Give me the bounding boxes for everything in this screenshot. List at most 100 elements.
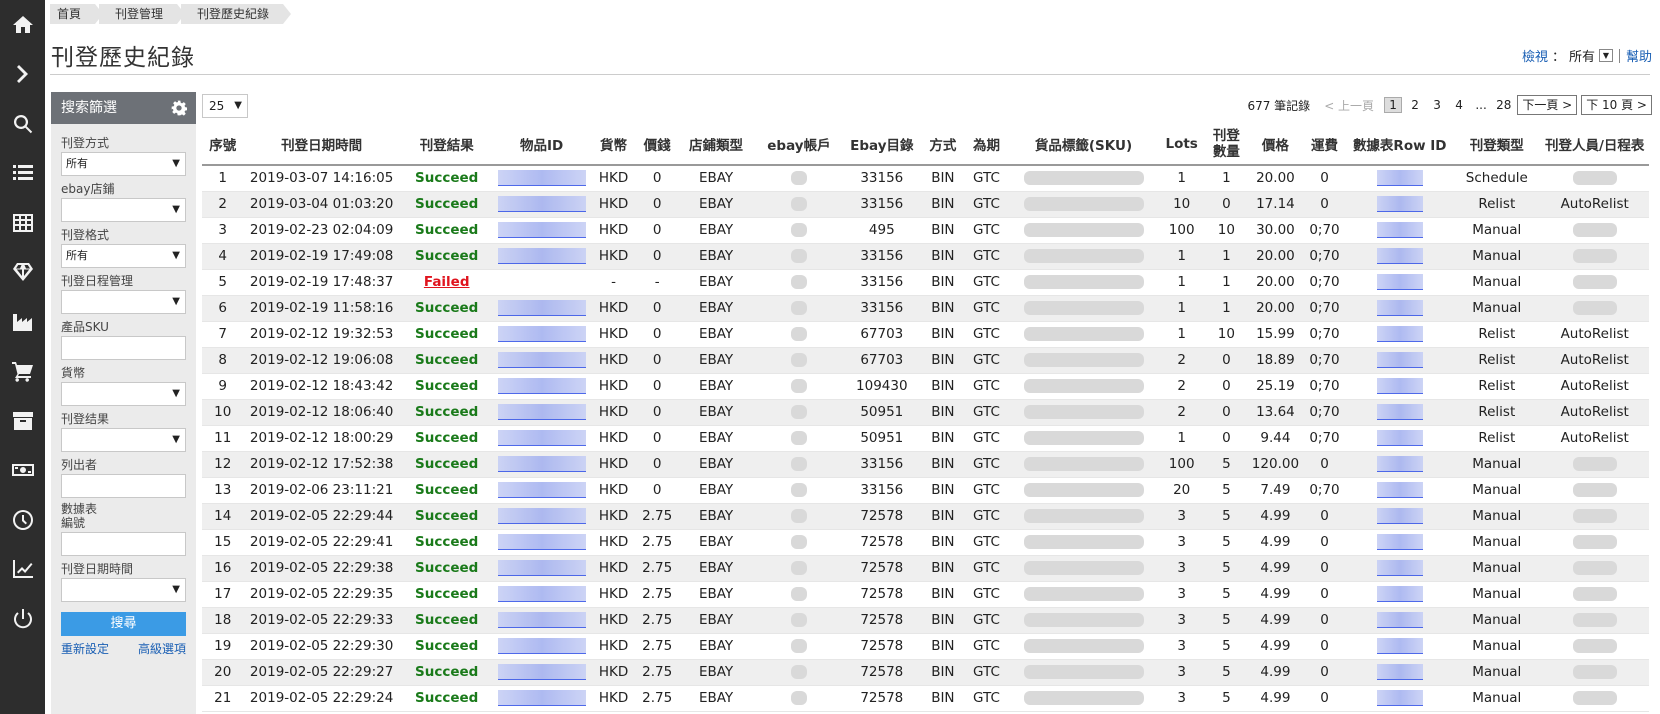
row-id-link[interactable]: [1346, 269, 1454, 296]
filter-input[interactable]: [61, 336, 186, 360]
table-row[interactable]: 2 2019-03-04 01:03:20 Succeed HKD 0 EBAY 33156…: [202, 191, 1649, 218]
page-link[interactable]: 4: [1450, 98, 1468, 112]
cart-icon[interactable]: [0, 347, 45, 397]
filter-select[interactable]: ▼: [61, 198, 186, 222]
row-id-link[interactable]: [1346, 373, 1454, 400]
table-row[interactable]: 6 2019-02-19 11:58:16 Succeed HKD 0 EBAY 33156…: [202, 295, 1649, 322]
column-header[interactable]: 店鋪類型: [676, 124, 756, 166]
table-row[interactable]: 15 2019-02-05 22:29:41 Succeed HKD 2.75 EBAY 7…: [202, 529, 1649, 556]
breadcrumb-item-listing-management[interactable]: 刊登管理: [99, 4, 186, 24]
table-row[interactable]: 12 2019-02-12 17:52:38 Succeed HKD 0 EBAY 3315…: [202, 451, 1649, 478]
chevron-right-icon[interactable]: [0, 50, 45, 100]
item-id-link[interactable]: [493, 633, 590, 660]
breadcrumb-item-home[interactable]: 首頁: [50, 4, 104, 24]
column-header[interactable]: 刊登 數量: [1204, 124, 1249, 166]
item-id-link[interactable]: [493, 191, 590, 218]
row-id-link[interactable]: [1346, 607, 1454, 634]
column-header[interactable]: 價錢: [637, 124, 677, 166]
search-icon[interactable]: [0, 99, 45, 149]
advanced-options-link[interactable]: 高級選項: [138, 640, 186, 657]
filter-input[interactable]: [61, 532, 186, 556]
column-header[interactable]: 物品ID: [493, 124, 590, 166]
column-header[interactable]: 刊登人員/日程表: [1540, 124, 1649, 166]
money-icon[interactable]: [0, 446, 45, 496]
breadcrumb-item-listing-history[interactable]: 刊登歷史紀錄: [181, 4, 292, 24]
clock-icon[interactable]: [0, 495, 45, 545]
help-link[interactable]: 幫助: [1626, 46, 1652, 65]
item-id-link[interactable]: [493, 321, 590, 348]
page-link[interactable]: 1: [1384, 97, 1403, 113]
table-row[interactable]: 13 2019-02-06 23:11:21 Succeed HKD 0 EBAY 3315…: [202, 477, 1649, 504]
column-header[interactable]: 方式: [921, 124, 965, 166]
trend-chart-icon[interactable]: [0, 545, 45, 595]
item-id-link[interactable]: [493, 425, 590, 452]
row-id-link[interactable]: [1346, 425, 1454, 452]
item-id-link[interactable]: [493, 503, 590, 530]
item-id-link[interactable]: [493, 269, 590, 296]
page-link[interactable]: 28: [1494, 98, 1513, 112]
item-id-link[interactable]: [493, 607, 590, 634]
prev-page-link[interactable]: < 上一頁: [1324, 97, 1374, 114]
table-row[interactable]: 19 2019-02-05 22:29:30 Succeed HKD 2.75 EBAY 7…: [202, 633, 1649, 660]
item-id-link[interactable]: [493, 685, 590, 712]
power-icon[interactable]: [0, 594, 45, 644]
column-header[interactable]: 數據表Row ID: [1346, 124, 1454, 166]
table-row[interactable]: 4 2019-02-19 17:49:08 Succeed HKD 0 EBAY 33156…: [202, 243, 1649, 270]
next-page-button[interactable]: 下一頁 >: [1517, 95, 1578, 115]
row-id-link[interactable]: [1346, 295, 1454, 322]
table-row[interactable]: 10 2019-02-12 18:06:40 Succeed HKD 0 EBAY 5095…: [202, 399, 1649, 426]
row-id-link[interactable]: [1346, 529, 1454, 556]
grid-icon[interactable]: [0, 198, 45, 248]
column-header[interactable]: 貨幣: [589, 124, 638, 166]
filter-input[interactable]: [61, 474, 186, 498]
row-id-link[interactable]: [1346, 321, 1454, 348]
row-id-link[interactable]: [1346, 685, 1454, 712]
item-id-link[interactable]: [493, 451, 590, 478]
filter-select[interactable]: ▼: [61, 382, 186, 406]
list-icon[interactable]: [0, 149, 45, 199]
item-id-link[interactable]: [493, 165, 590, 192]
table-row[interactable]: 3 2019-02-23 02:04:09 Succeed HKD 0 EBAY 495 BI…: [202, 217, 1649, 244]
row-id-link[interactable]: [1346, 243, 1454, 270]
column-header[interactable]: 刊登日期時間: [243, 124, 400, 166]
filter-select[interactable]: ▼: [61, 428, 186, 452]
item-id-link[interactable]: [493, 659, 590, 686]
listing-result[interactable]: Failed: [399, 269, 494, 296]
search-button[interactable]: 搜尋: [61, 612, 186, 636]
table-row[interactable]: 11 2019-02-12 18:00:29 Succeed HKD 0 EBAY 5095…: [202, 425, 1649, 452]
item-id-link[interactable]: [493, 477, 590, 504]
column-header[interactable]: 刊登結果: [399, 124, 494, 166]
row-id-link[interactable]: [1346, 347, 1454, 374]
item-id-link[interactable]: [493, 243, 590, 270]
page-link[interactable]: 2: [1406, 98, 1424, 112]
view-dropdown-icon[interactable]: ▼: [1598, 49, 1613, 62]
row-id-link[interactable]: [1346, 217, 1454, 244]
row-id-link[interactable]: [1346, 399, 1454, 426]
home-icon[interactable]: [0, 0, 45, 50]
item-id-link[interactable]: [493, 529, 590, 556]
column-header[interactable]: Ebay目錄: [842, 124, 922, 166]
gear-icon[interactable]: [171, 100, 187, 116]
reset-link[interactable]: 重新設定: [61, 640, 109, 657]
item-id-link[interactable]: [493, 295, 590, 322]
row-id-link[interactable]: [1346, 633, 1454, 660]
table-row[interactable]: 17 2019-02-05 22:29:35 Succeed HKD 2.75 EBAY 7…: [202, 581, 1649, 608]
diamond-icon[interactable]: [0, 248, 45, 298]
item-id-link[interactable]: [493, 347, 590, 374]
row-id-link[interactable]: [1346, 503, 1454, 530]
table-row[interactable]: 20 2019-02-05 22:29:27 Succeed HKD 2.75 EBAY 7…: [202, 659, 1649, 686]
column-header[interactable]: 為期: [964, 124, 1009, 166]
row-id-link[interactable]: [1346, 451, 1454, 478]
table-row[interactable]: 7 2019-02-12 19:32:53 Succeed HKD 0 EBAY 67703…: [202, 321, 1649, 348]
filter-select[interactable]: 所有 ▼: [61, 152, 186, 176]
row-id-link[interactable]: [1346, 191, 1454, 218]
table-row[interactable]: 9 2019-02-12 18:43:42 Succeed HKD 0 EBAY 10943…: [202, 373, 1649, 400]
factory-icon[interactable]: [0, 297, 45, 347]
row-id-link[interactable]: [1346, 477, 1454, 504]
column-header[interactable]: 刊登類型: [1453, 124, 1541, 166]
filter-select[interactable]: ▼: [61, 578, 186, 602]
table-row[interactable]: 5 2019-02-19 17:48:37 Failed - - EBAY 33156 BIN…: [202, 269, 1649, 296]
filter-select[interactable]: 所有 ▼: [61, 244, 186, 268]
table-row[interactable]: 21 2019-02-05 22:29:24 Succeed HKD 2.75 EBAY 7…: [202, 685, 1649, 712]
per-page-select[interactable]: 25 ▼: [202, 94, 248, 118]
